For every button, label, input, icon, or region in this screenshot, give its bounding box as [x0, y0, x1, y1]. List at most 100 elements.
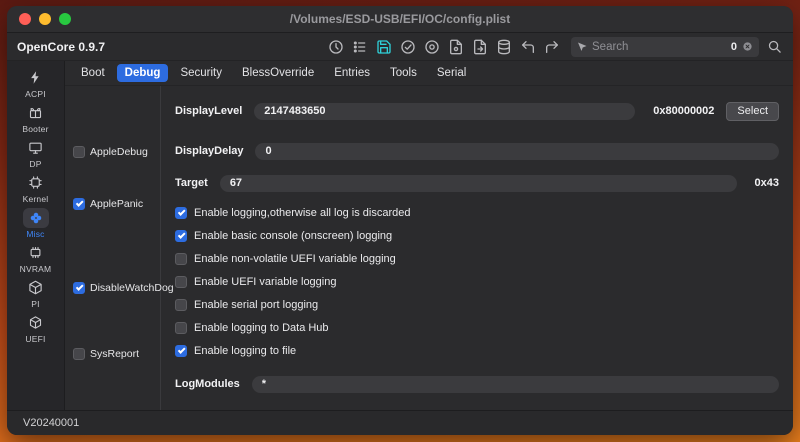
target-circle-icon — [425, 39, 439, 54]
sidebar-item-booter[interactable]: Booter — [10, 101, 62, 135]
checkbox[interactable] — [73, 348, 85, 360]
displaylevel-row: DisplayLevel 0x80000002 Select — [175, 101, 779, 121]
history-button[interactable] — [327, 38, 345, 56]
content-area: Boot Debug Security BlessOverride Entrie… — [65, 61, 793, 410]
file-gear-icon — [450, 39, 462, 54]
traffic-lights — [19, 13, 71, 25]
magnifier-button[interactable] — [766, 38, 783, 55]
target-input[interactable] — [219, 174, 737, 192]
logmodules-input[interactable] — [251, 375, 779, 393]
checkbox[interactable] — [175, 252, 187, 265]
save-button[interactable] — [375, 38, 393, 56]
database-icon — [498, 39, 510, 54]
check-icon — [177, 207, 185, 216]
checkbox[interactable] — [175, 344, 187, 357]
pi-icon — [29, 280, 42, 295]
booter-icon — [29, 107, 42, 119]
sidebar-item-dp[interactable]: DP — [10, 136, 62, 170]
validate-button[interactable] — [399, 38, 417, 56]
database-button[interactable] — [495, 38, 513, 56]
check-icon — [75, 199, 83, 207]
check-icon — [177, 345, 185, 354]
redo-icon — [546, 40, 558, 53]
option-row-datahub-logging[interactable]: Enable logging to Data Hub — [175, 321, 779, 334]
displaylevel-select-button[interactable]: Select — [726, 101, 779, 121]
search-count: 0 — [730, 40, 737, 53]
target-hex: 0x43 — [754, 177, 779, 189]
zoom-window-button[interactable] — [59, 13, 71, 25]
logmodules-label: LogModules — [175, 378, 240, 390]
main-area: ACPI Booter DP Kernel Misc NVRAM PI UEFI… — [7, 61, 793, 410]
check-circle-icon — [401, 39, 415, 54]
displaydelay-label: DisplayDelay — [175, 145, 244, 157]
file-settings-button[interactable] — [447, 38, 465, 56]
version-label: V20240001 — [23, 417, 80, 429]
displaylevel-input[interactable] — [254, 102, 636, 120]
kernel-icon — [29, 176, 42, 189]
search-box[interactable]: 0 — [571, 36, 759, 57]
oc-check-button[interactable] — [423, 38, 441, 56]
app-window: /Volumes/ESD-USB/EFI/OC/config.plist Ope… — [7, 6, 793, 435]
tab-serial[interactable]: Serial — [429, 64, 474, 82]
list-grid-icon — [353, 40, 366, 53]
file-export-icon — [474, 39, 486, 54]
save-icon — [377, 39, 391, 54]
displaylevel-label: DisplayLevel — [175, 105, 243, 117]
sidebar-item-pi[interactable]: PI — [10, 276, 62, 310]
list-grid-button[interactable] — [351, 38, 369, 56]
tab-blessoverride[interactable]: BlessOverride — [234, 64, 322, 82]
window-title: /Volumes/ESD-USB/EFI/OC/config.plist — [289, 12, 511, 26]
sidebar-item-misc[interactable]: Misc — [10, 206, 62, 240]
search-cursor-icon — [578, 42, 587, 51]
acpi-icon — [31, 71, 39, 84]
option-row-console-logging[interactable]: Enable basic console (onscreen) logging — [175, 229, 779, 242]
checkbox[interactable] — [175, 298, 187, 311]
checkbox[interactable] — [73, 198, 85, 210]
appledebug-checkbox-row[interactable]: AppleDebug — [73, 146, 148, 158]
option-row-serial-port-logging[interactable]: Enable serial port logging — [175, 298, 779, 311]
status-bar: V20240001 — [7, 410, 793, 435]
undo-icon — [522, 40, 534, 53]
option-row-file-logging[interactable]: Enable logging to file — [175, 344, 779, 357]
tab-boot[interactable]: Boot — [73, 64, 113, 82]
sysreport-checkbox-row[interactable]: SysReport — [73, 348, 139, 360]
sidebar-item-uefi[interactable]: UEFI — [10, 311, 62, 345]
option-row-logging[interactable]: Enable logging,otherwise all log is disc… — [175, 206, 779, 219]
check-icon — [75, 283, 83, 291]
redo-button[interactable] — [543, 38, 561, 56]
applepanic-checkbox-row[interactable]: ApplePanic — [73, 198, 143, 210]
misc-icon — [30, 212, 41, 223]
tab-security[interactable]: Security — [172, 64, 230, 82]
logmodules-row: LogModules — [175, 375, 779, 393]
tab-tools[interactable]: Tools — [382, 64, 425, 82]
titlebar: /Volumes/ESD-USB/EFI/OC/config.plist — [7, 6, 793, 33]
tab-debug[interactable]: Debug — [116, 64, 169, 82]
checkbox[interactable] — [73, 146, 85, 158]
undo-button[interactable] — [519, 38, 537, 56]
tab-entries[interactable]: Entries — [326, 64, 378, 82]
displaydelay-input[interactable] — [255, 142, 779, 160]
close-window-button[interactable] — [19, 13, 31, 25]
checkbox[interactable] — [175, 321, 187, 334]
uefi-icon — [29, 316, 42, 329]
sidebar-item-nvram[interactable]: NVRAM — [10, 241, 62, 275]
sidebar-item-acpi[interactable]: ACPI — [10, 66, 62, 100]
clear-search-icon[interactable] — [741, 40, 754, 53]
minimize-window-button[interactable] — [39, 13, 51, 25]
target-row: Target 0x43 — [175, 174, 779, 192]
file-export-button[interactable] — [471, 38, 489, 56]
magnifier-icon — [768, 40, 781, 53]
option-row-nonvolatile-uefi-logging[interactable]: Enable non-volatile UEFI variable loggin… — [175, 252, 779, 265]
disablewatchdog-checkbox-row[interactable]: DisableWatchDog — [73, 282, 174, 294]
checkbox[interactable] — [73, 282, 85, 294]
debug-flags-column: AppleDebug ApplePanic DisableWatchDog Sy… — [65, 86, 174, 410]
checkbox[interactable] — [175, 229, 187, 242]
checkbox[interactable] — [175, 275, 187, 288]
option-row-uefi-variable-logging[interactable]: Enable UEFI variable logging — [175, 275, 779, 288]
checkbox[interactable] — [175, 206, 187, 219]
search-input[interactable] — [592, 40, 727, 53]
sidebar-item-kernel[interactable]: Kernel — [10, 171, 62, 205]
toolbar-icons — [327, 38, 561, 56]
dp-icon — [29, 142, 42, 154]
toolbar: OpenCore 0.9.7 Search 0 — [7, 33, 793, 61]
